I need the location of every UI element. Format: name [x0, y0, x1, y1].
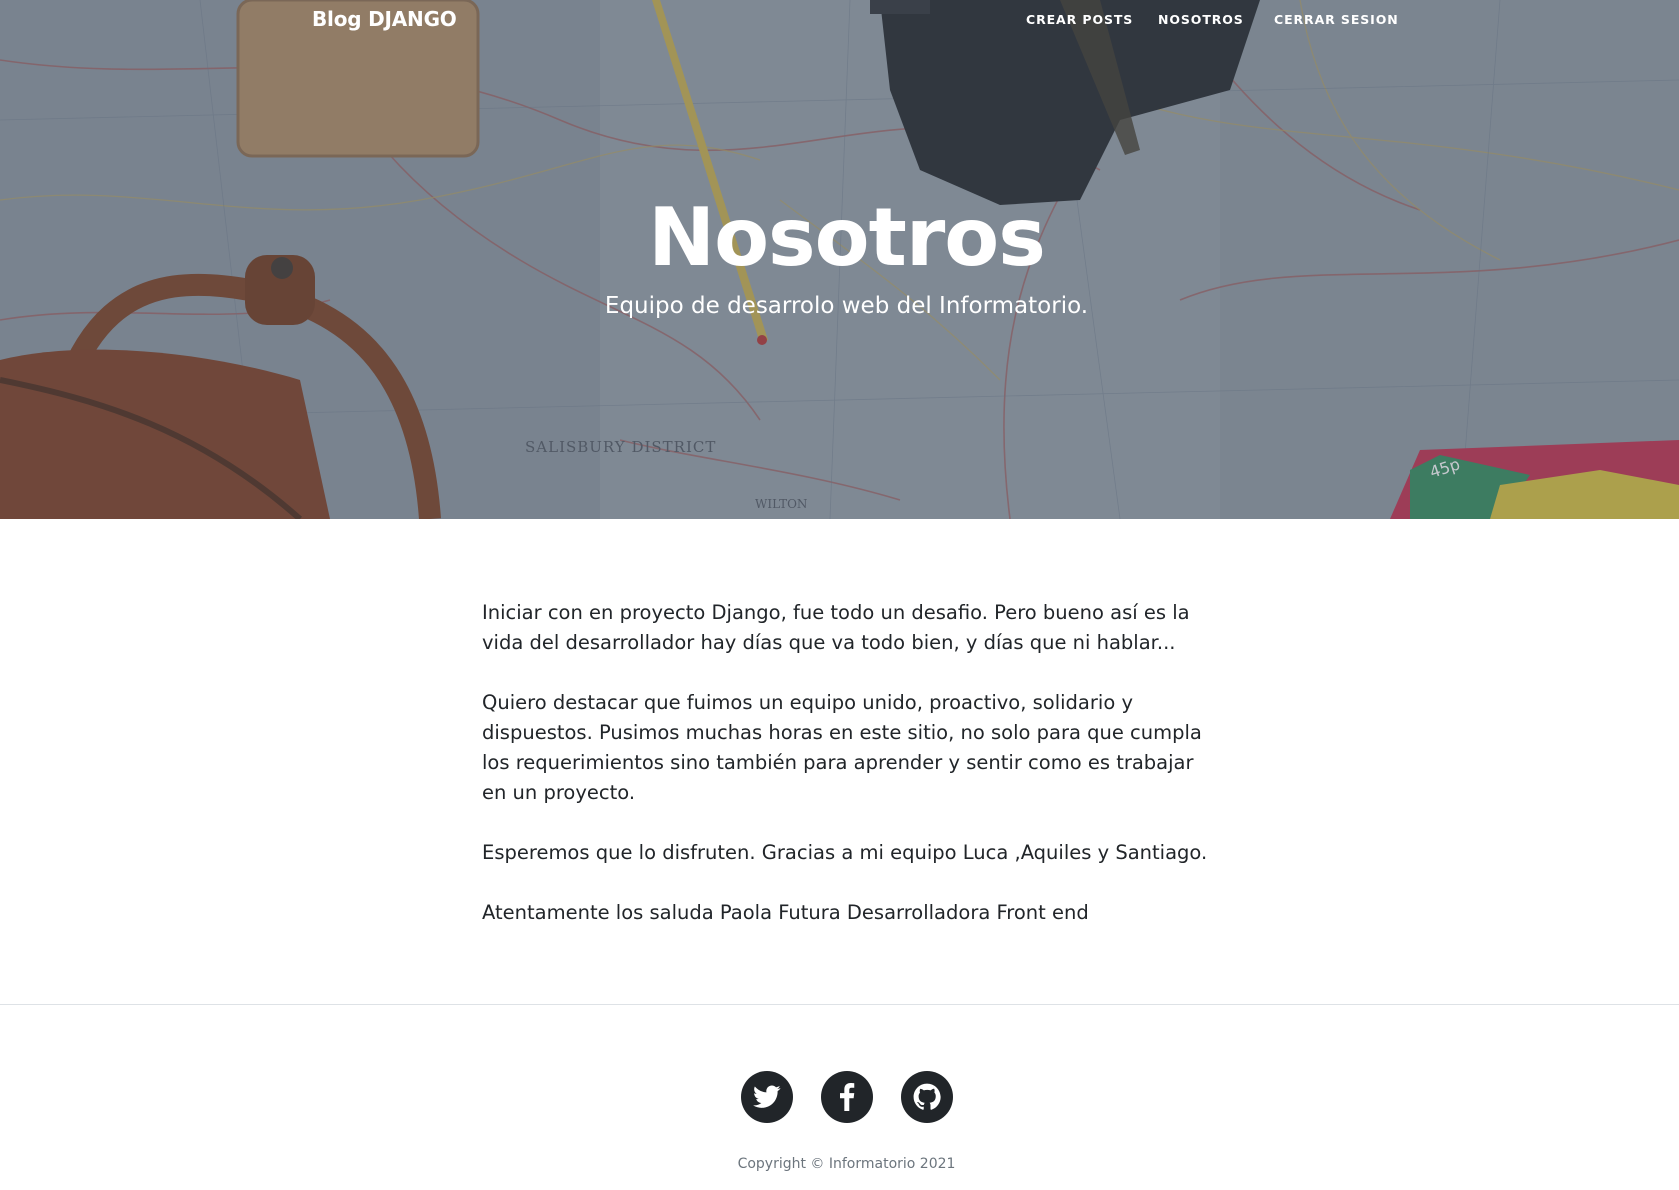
- twitter-icon: [753, 1085, 781, 1108]
- twitter-link[interactable]: [741, 1071, 793, 1123]
- about-content: Iniciar con en proyecto Django, fue todo…: [482, 598, 1212, 958]
- page-subtitle: Equipo de desarrolo web del Informatorio…: [604, 293, 1089, 319]
- content-paragraph: Atentamente los saluda Paola Futura Desa…: [482, 901, 1089, 924]
- copyright-text: Copyright © Informatorio 2021: [737, 1156, 956, 1172]
- content-paragraph: Esperemos que lo disfruten. Gracias a mi…: [482, 841, 1208, 864]
- hero-header: 45p SALISBURY DISTRICT WILTON Blog DJANG…: [0, 0, 1679, 519]
- page-title: Nosotros: [648, 191, 1046, 284]
- github-icon: [913, 1083, 941, 1110]
- footer-divider: [0, 1004, 1679, 1005]
- nav-crear-posts[interactable]: CREAR POSTS: [1026, 12, 1133, 27]
- content-paragraph: Iniciar con en proyecto Django, fue todo…: [482, 601, 1190, 654]
- nav-cerrar-sesion[interactable]: CERRAR SESION: [1274, 12, 1399, 27]
- content-paragraph: Quiero destacar que fuimos un equipo uni…: [482, 691, 1202, 804]
- facebook-link[interactable]: [821, 1071, 873, 1123]
- navbar: Blog DJANGO CREAR POSTS NOSOTROS CERRAR …: [0, 0, 1679, 40]
- github-link[interactable]: [901, 1071, 953, 1123]
- brand-link[interactable]: Blog DJANGO: [312, 7, 457, 31]
- facebook-icon: [840, 1083, 855, 1111]
- nav-nosotros[interactable]: NOSOTROS: [1158, 12, 1244, 27]
